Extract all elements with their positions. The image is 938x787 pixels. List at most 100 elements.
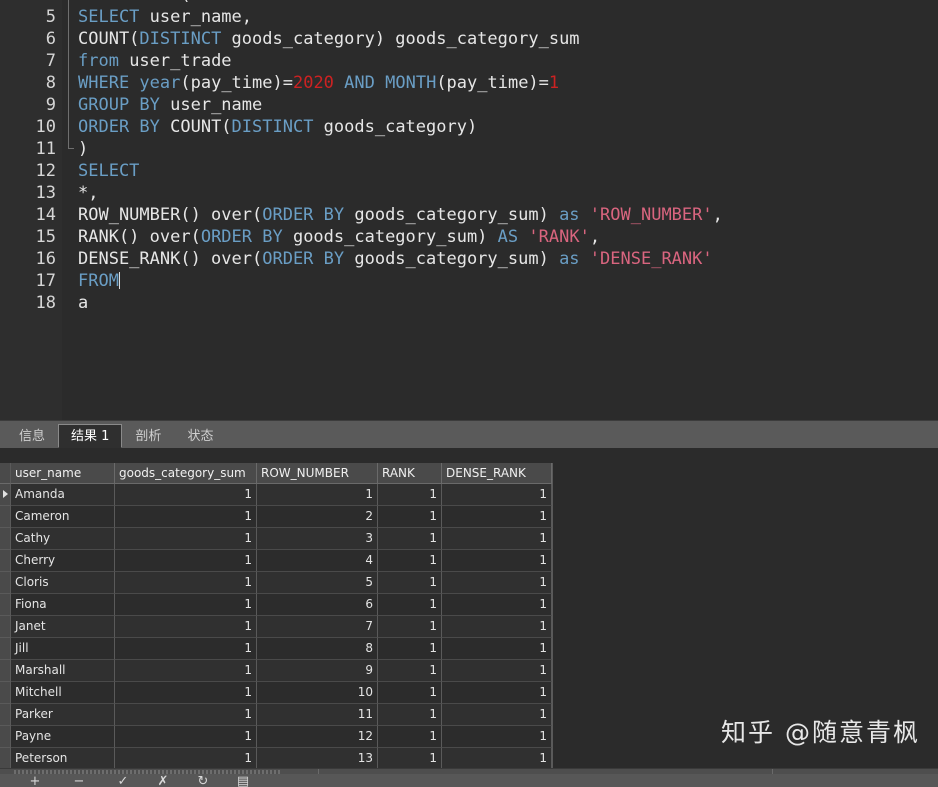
table-cell-ROW_NUMBER[interactable]: 9: [257, 660, 378, 682]
table-cell-RANK[interactable]: 1: [378, 484, 442, 506]
table-cell-goods_category_sum[interactable]: 1: [115, 484, 257, 506]
table-cell-ROW_NUMBER[interactable]: 3: [257, 528, 378, 550]
code-line[interactable]: 18 a: [0, 292, 938, 314]
column-header-RANK[interactable]: RANK: [378, 463, 442, 484]
table-cell-ROW_NUMBER[interactable]: 7: [257, 616, 378, 638]
table-cell-goods_category_sum[interactable]: 1: [115, 748, 257, 768]
table-cell-goods_category_sum[interactable]: 1: [115, 572, 257, 594]
fold-column[interactable]: [62, 182, 78, 204]
grid-edit-toolbar[interactable]: + − ✓ ✗ ↻ ▤: [0, 774, 938, 787]
table-cell-ROW_NUMBER[interactable]: 6: [257, 594, 378, 616]
row-marker[interactable]: [0, 638, 11, 660]
table-cell-goods_category_sum[interactable]: 1: [115, 704, 257, 726]
table-cell-RANK[interactable]: 1: [378, 550, 442, 572]
row-marker[interactable]: [0, 616, 11, 638]
row-marker[interactable]: [0, 550, 11, 572]
table-cell-user_name[interactable]: Jill: [11, 638, 115, 660]
code-line[interactable]: 11): [0, 138, 938, 160]
table-cell-ROW_NUMBER[interactable]: 10: [257, 682, 378, 704]
table-cell-goods_category_sum[interactable]: 1: [115, 528, 257, 550]
code-text[interactable]: GROUP BY user_name: [78, 94, 262, 116]
table-cell-user_name[interactable]: Marshall: [11, 660, 115, 682]
table-cell-RANK[interactable]: 1: [378, 726, 442, 748]
code-text[interactable]: a: [78, 292, 88, 314]
code-line[interactable]: 14 ROW_NUMBER() over(ORDER BY goods_categ…: [0, 204, 938, 226]
remove-icon[interactable]: −: [72, 775, 86, 787]
table-cell-ROW_NUMBER[interactable]: 4: [257, 550, 378, 572]
table-cell-RANK[interactable]: 1: [378, 638, 442, 660]
code-line[interactable]: 13 *,: [0, 182, 938, 204]
add-icon[interactable]: +: [28, 775, 42, 787]
cancel-icon[interactable]: ✗: [156, 775, 170, 787]
table-cell-user_name[interactable]: Cathy: [11, 528, 115, 550]
row-marker[interactable]: [0, 704, 11, 726]
results-tab-strip[interactable]: 信息 结果 1 剖析 状态: [0, 420, 938, 448]
code-line[interactable]: 15 RANK() over(ORDER BY goods_category_su…: [0, 226, 938, 248]
table-cell-ROW_NUMBER[interactable]: 13: [257, 748, 378, 768]
fold-column[interactable]: [62, 116, 78, 138]
table-cell-goods_category_sum[interactable]: 1: [115, 660, 257, 682]
table-cell-DENSE_RANK[interactable]: 1: [442, 726, 552, 748]
row-marker[interactable]: [0, 594, 11, 616]
table-row[interactable]: Parker 1 11 1 1: [0, 704, 552, 726]
table-row[interactable]: Amanda 1 1 1 1: [0, 484, 552, 506]
fold-column[interactable]: [62, 160, 78, 182]
table-cell-user_name[interactable]: Fiona: [11, 594, 115, 616]
table-cell-goods_category_sum[interactable]: 1: [115, 616, 257, 638]
table-cell-goods_category_sum[interactable]: 1: [115, 726, 257, 748]
table-cell-DENSE_RANK[interactable]: 1: [442, 506, 552, 528]
code-text[interactable]: SELECT user_name,: [78, 6, 252, 28]
sql-editor[interactable]: 4with a AS (5SELECT user_name,6COUNT(DIS…: [0, 0, 938, 420]
code-text[interactable]: RANK() over(ORDER BY goods_category_sum)…: [78, 226, 600, 248]
table-cell-DENSE_RANK[interactable]: 1: [442, 704, 552, 726]
fold-column[interactable]: [62, 292, 78, 314]
fold-column[interactable]: [62, 6, 78, 28]
row-marker[interactable]: [0, 682, 11, 704]
column-header-DENSE_RANK[interactable]: DENSE_RANK: [442, 463, 552, 484]
code-text[interactable]: COUNT(DISTINCT goods_category) goods_cat…: [78, 28, 580, 50]
table-cell-DENSE_RANK[interactable]: 1: [442, 616, 552, 638]
table-cell-ROW_NUMBER[interactable]: 11: [257, 704, 378, 726]
row-marker[interactable]: [0, 572, 11, 594]
code-line[interactable]: 9 GROUP BY user_name: [0, 94, 938, 116]
table-cell-DENSE_RANK[interactable]: 1: [442, 484, 552, 506]
table-cell-ROW_NUMBER[interactable]: 1: [257, 484, 378, 506]
export-icon[interactable]: ▤: [236, 775, 250, 787]
table-cell-RANK[interactable]: 1: [378, 594, 442, 616]
table-cell-user_name[interactable]: Parker: [11, 704, 115, 726]
table-row[interactable]: Cameron 1 2 1 1: [0, 506, 552, 528]
code-text[interactable]: from user_trade: [78, 50, 232, 72]
table-cell-user_name[interactable]: Mitchell: [11, 682, 115, 704]
code-line[interactable]: 6 COUNT(DISTINCT goods_category) goods_ca…: [0, 28, 938, 50]
tab-0[interactable]: 信息: [6, 424, 59, 448]
table-cell-RANK[interactable]: 1: [378, 616, 442, 638]
table-cell-RANK[interactable]: 1: [378, 748, 442, 768]
fold-column[interactable]: [62, 138, 78, 160]
code-line[interactable]: 5 SELECT user_name,: [0, 6, 938, 28]
code-text[interactable]: FROM: [78, 270, 120, 292]
table-cell-user_name[interactable]: Janet: [11, 616, 115, 638]
table-cell-goods_category_sum[interactable]: 1: [115, 682, 257, 704]
row-marker[interactable]: [0, 484, 11, 506]
table-cell-DENSE_RANK[interactable]: 1: [442, 748, 552, 768]
table-cell-ROW_NUMBER[interactable]: 8: [257, 638, 378, 660]
table-row[interactable]: Cherry 1 4 1 1: [0, 550, 552, 572]
table-cell-ROW_NUMBER[interactable]: 2: [257, 506, 378, 528]
tab-1[interactable]: 结果 1: [58, 424, 123, 448]
code-line[interactable]: 10 ORDER BY COUNT(DISTINCT goods_category…: [0, 116, 938, 138]
table-row[interactable]: Mitchell 1 10 1 1: [0, 682, 552, 704]
fold-column[interactable]: [62, 28, 78, 50]
table-cell-DENSE_RANK[interactable]: 1: [442, 550, 552, 572]
fold-column[interactable]: [62, 50, 78, 72]
table-cell-RANK[interactable]: 1: [378, 704, 442, 726]
row-marker[interactable]: [0, 528, 11, 550]
code-lines-container[interactable]: 4with a AS (5SELECT user_name,6COUNT(DIS…: [0, 0, 938, 314]
row-marker[interactable]: [0, 506, 11, 528]
table-row[interactable]: Cloris 1 5 1 1: [0, 572, 552, 594]
table-cell-goods_category_sum[interactable]: 1: [115, 638, 257, 660]
table-cell-RANK[interactable]: 1: [378, 682, 442, 704]
table-cell-goods_category_sum[interactable]: 1: [115, 550, 257, 572]
fold-column[interactable]: [62, 204, 78, 226]
table-row[interactable]: Fiona 1 6 1 1: [0, 594, 552, 616]
code-text[interactable]: ): [78, 138, 88, 160]
